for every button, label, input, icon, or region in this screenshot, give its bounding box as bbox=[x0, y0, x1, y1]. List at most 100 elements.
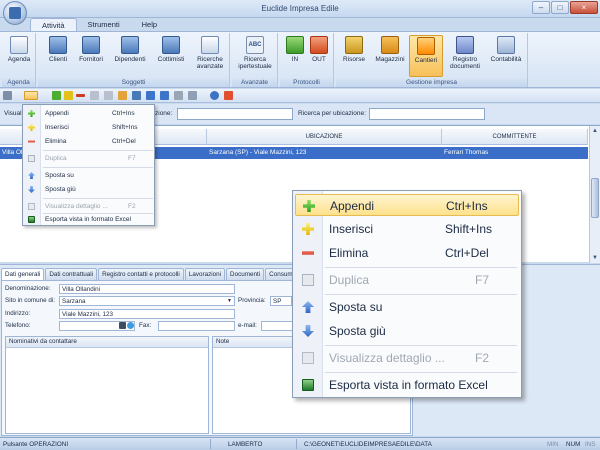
close-view-icon[interactable] bbox=[224, 91, 233, 100]
menu-item-label: Sposta su bbox=[45, 172, 74, 179]
fornitori-icon bbox=[82, 36, 100, 54]
status-user: LAMBERTO bbox=[228, 441, 263, 448]
delete-icon[interactable] bbox=[76, 94, 85, 97]
clienti-icon bbox=[49, 36, 67, 54]
tab-help[interactable]: Help bbox=[131, 18, 168, 32]
refresh-icon[interactable] bbox=[132, 91, 141, 100]
cantieri-button[interactable]: Cantieri bbox=[409, 35, 443, 77]
agenda-button[interactable]: Agenda bbox=[4, 35, 34, 77]
menu-separator bbox=[43, 167, 153, 168]
contabilita-button[interactable]: Contabilità bbox=[486, 35, 526, 77]
tab-dati-contrattuali[interactable]: Dati contrattuali bbox=[45, 268, 98, 280]
print-icon[interactable] bbox=[174, 91, 183, 100]
context-menu-item-sposta-su[interactable]: Sposta su bbox=[295, 296, 519, 318]
menu-item-label: Inserisci bbox=[329, 222, 374, 236]
scroll-up-icon[interactable]: ▲ bbox=[591, 127, 599, 135]
move-down-icon[interactable] bbox=[160, 91, 169, 100]
context-menu-item-duplica[interactable]: Duplica F7 bbox=[295, 269, 519, 291]
close-button[interactable]: × bbox=[570, 1, 598, 14]
menu-item-inserisci[interactable]: Inserisci Shift+Ins bbox=[24, 121, 154, 134]
tab-lavorazioni[interactable]: Lavorazioni bbox=[184, 268, 226, 280]
column-header-committente[interactable]: COMMITTENTE bbox=[442, 129, 588, 145]
context-menu-item-visualizza-dettaglio[interactable]: Visualizza dettaglio ... F2 bbox=[295, 347, 519, 369]
magazzini-button[interactable]: Magazzini bbox=[372, 35, 408, 77]
context-menu-item-elimina[interactable]: Elimina Ctrl+Del bbox=[295, 242, 519, 264]
denominazione-search-input[interactable] bbox=[177, 108, 293, 120]
tab-registro-contatti[interactable]: Registro contatti e protocolli bbox=[98, 268, 184, 280]
add-icon[interactable] bbox=[52, 91, 61, 100]
ubicazione-search-input[interactable] bbox=[369, 108, 485, 120]
fax-label: Fax: bbox=[139, 322, 152, 329]
telefono-label: Telefono: bbox=[5, 322, 31, 329]
scroll-thumb[interactable] bbox=[591, 178, 599, 218]
registro-label: Registro bbox=[452, 56, 478, 63]
menu-item-label: Appendi bbox=[330, 199, 375, 213]
menu-item-visualizza-dettaglio[interactable]: Visualizza dettaglio ... F2 bbox=[24, 200, 154, 213]
menu-item-sposta-giu[interactable]: Sposta giù bbox=[24, 183, 154, 196]
denominazione-field[interactable]: Villa Ollandini bbox=[59, 284, 235, 294]
tab-dati-generali[interactable]: Dati generali bbox=[1, 268, 45, 280]
grid-scrollbar[interactable]: ▲ ▼ bbox=[589, 126, 600, 263]
menu-item-shortcut: Shift+Ins bbox=[445, 222, 493, 236]
app-menu-button[interactable] bbox=[3, 1, 27, 25]
dipendenti-icon bbox=[121, 36, 139, 54]
menu-item-duplica[interactable]: Duplica F7 bbox=[24, 152, 154, 165]
dipendenti-button[interactable]: Dipendenti bbox=[110, 35, 150, 77]
menu-item-elimina[interactable]: Elimina Ctrl+Del bbox=[24, 135, 154, 148]
status-text: Pulsante OPERAZIONI bbox=[3, 441, 69, 448]
cottimisti-label: Cottimisti bbox=[157, 56, 185, 63]
registro-documenti-button[interactable]: Registro documenti bbox=[446, 35, 484, 77]
menu-item-shortcut: Ctrl+Ins bbox=[112, 110, 135, 117]
minimize-button[interactable]: – bbox=[532, 1, 550, 14]
out-label: OUT bbox=[312, 56, 326, 63]
view-detail-icon bbox=[28, 203, 35, 210]
duplicate-icon[interactable] bbox=[90, 91, 99, 100]
scroll-down-icon[interactable]: ▼ bbox=[591, 254, 599, 262]
insert-icon[interactable] bbox=[64, 91, 73, 100]
folder-icon[interactable] bbox=[118, 91, 127, 100]
indirizzo-field[interactable]: Viale Mazzini, 123 bbox=[59, 309, 235, 319]
fornitori-button[interactable]: Fornitori bbox=[74, 35, 108, 77]
column-header-ubicazione[interactable]: UBICAZIONE bbox=[207, 129, 442, 145]
move-up-icon[interactable] bbox=[146, 91, 155, 100]
provincia-field[interactable]: SP bbox=[270, 296, 292, 306]
tab-attivita[interactable]: Attività bbox=[30, 18, 77, 32]
risorse-button[interactable]: Risorse bbox=[338, 35, 370, 77]
context-menu: Appendi Ctrl+Ins Inserisci Shift+Ins Eli… bbox=[292, 190, 522, 398]
maximize-button[interactable]: □ bbox=[551, 1, 569, 14]
context-menu-item-inserisci[interactable]: Inserisci Shift+Ins bbox=[295, 218, 519, 240]
sito-field[interactable]: Sarzana ▼ bbox=[59, 296, 235, 306]
minus-red-icon bbox=[302, 251, 314, 255]
ricerche-avanzate-button[interactable]: Ricerche avanzate bbox=[192, 35, 228, 77]
magazzini-label: Magazzini bbox=[375, 56, 405, 63]
fax-field[interactable] bbox=[158, 321, 235, 331]
ricerca-ipertestuale-button[interactable]: ABC Ricerca ipertestuale bbox=[234, 35, 276, 77]
tab-strumenti[interactable]: Strumenti bbox=[77, 18, 131, 32]
arrow-up-icon bbox=[28, 172, 35, 179]
menu-item-esporta-excel[interactable]: Esporta vista in formato Excel bbox=[24, 213, 154, 226]
tab-documenti[interactable]: Documenti bbox=[226, 268, 265, 280]
view-icon[interactable] bbox=[188, 91, 197, 100]
menu-item-sposta-su[interactable]: Sposta su bbox=[24, 169, 154, 182]
nominativi-box[interactable]: Nominativi da contattare bbox=[5, 336, 209, 434]
excel-icon bbox=[28, 216, 35, 223]
quick-toolbar bbox=[0, 89, 600, 103]
copy-icon[interactable] bbox=[104, 91, 113, 100]
skype-icon[interactable] bbox=[127, 322, 134, 329]
context-menu-item-esporta-excel[interactable]: Esporta vista in formato Excel bbox=[295, 374, 519, 396]
context-menu-item-appendi[interactable]: Appendi Ctrl+Ins bbox=[295, 194, 519, 216]
settings-icon[interactable] bbox=[3, 91, 12, 100]
clienti-button[interactable]: Clienti bbox=[42, 35, 74, 77]
out-button[interactable]: OUT bbox=[308, 35, 330, 77]
menu-item-appendi[interactable]: Appendi Ctrl+Ins bbox=[24, 107, 154, 120]
chevron-down-icon[interactable]: ▼ bbox=[227, 297, 232, 305]
context-menu-item-sposta-giu[interactable]: Sposta giù bbox=[295, 320, 519, 342]
menu-item-label: Duplica bbox=[45, 155, 67, 162]
cottimisti-button[interactable]: Cottimisti bbox=[152, 35, 190, 77]
in-button[interactable]: IN bbox=[284, 35, 306, 77]
menu-item-label: Esporta vista in formato Excel bbox=[329, 378, 488, 392]
operazioni-button[interactable] bbox=[24, 91, 38, 100]
phone-icon[interactable] bbox=[119, 322, 126, 329]
help-icon[interactable] bbox=[210, 91, 219, 100]
menu-separator bbox=[325, 372, 517, 373]
